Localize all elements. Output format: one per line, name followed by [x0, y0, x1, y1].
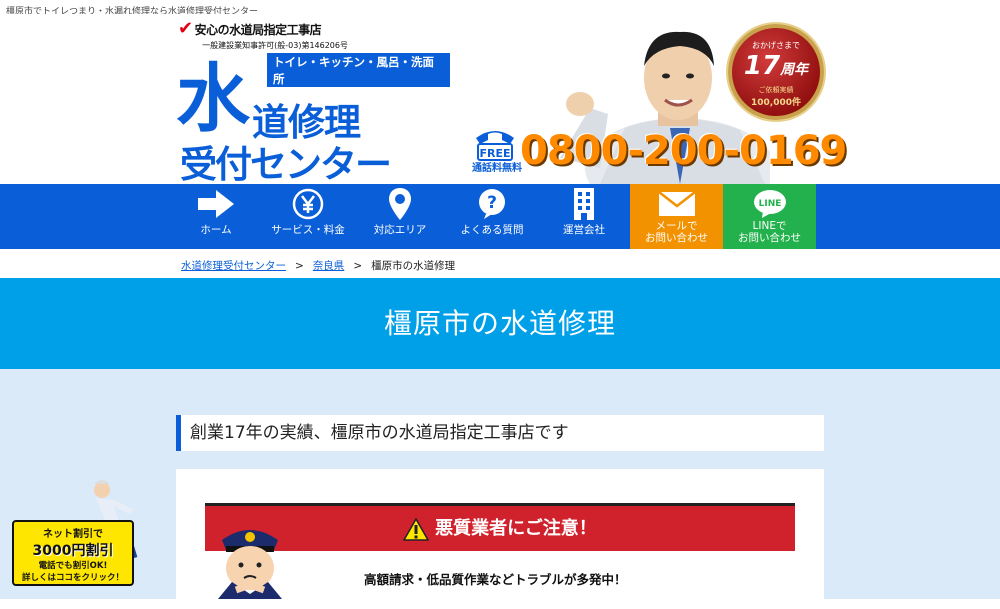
breadcrumb-separator: >	[295, 260, 304, 272]
police-character-illustration	[218, 530, 282, 599]
net-banner-line-4: 詳しくはココをクリック！	[21, 573, 124, 583]
nav-item-home[interactable]: ホーム	[170, 184, 262, 249]
checkmark-icon: ✔	[178, 18, 193, 39]
breadcrumb-current: 橿原市の水道修理	[371, 260, 456, 272]
nav-item-service[interactable]: サービス・料金	[262, 184, 354, 249]
net-banner-line-3: 電話でも割引OK!	[38, 561, 108, 571]
free-call-label: 通話料無料	[472, 163, 522, 174]
question-icon: ?	[479, 189, 505, 219]
license-block: ✔ 安心の水道局指定工事店 一般建設業知事許可(般-03)第146206号	[178, 18, 348, 51]
line-icon: LINE	[753, 190, 786, 218]
site-title-line-2[interactable]: 受付センター	[180, 134, 392, 188]
building-icon	[574, 188, 594, 220]
nav-label-faq: よくある質問	[460, 224, 524, 236]
global-nav: ホーム サービス・料金 対応エリア ? よくある質問 運営会社 メールで お問い…	[0, 184, 1000, 249]
nav-label-area: 対応エリア	[373, 224, 427, 236]
nav-mail-line-2: お問い合わせ	[645, 232, 708, 244]
net-banner-line-2: 3000円割引	[32, 543, 114, 559]
nav-mail-line-1: メールで	[655, 220, 698, 232]
nav-item-company[interactable]: 運営会社	[538, 184, 630, 249]
line-icon-text: LINE	[758, 199, 781, 209]
services-box: トイレ・キッチン・風呂・洗面所 つまり・水漏れ・故障・交換・新設	[266, 52, 451, 120]
services-line-1: トイレ・キッチン・風呂・洗面所	[273, 55, 434, 86]
svg-text:?: ?	[487, 193, 497, 213]
nav-item-mail-contact[interactable]: メールで お問い合わせ	[630, 184, 723, 249]
page-title: 橿原市の水道修理	[383, 307, 616, 340]
warning-title: 悪質業者にご注意！	[435, 518, 597, 539]
phone-number-link[interactable]: 0800-200-0169	[520, 128, 847, 174]
nav-line-line-2: お問い合わせ	[738, 232, 801, 244]
map-pin-icon	[389, 188, 411, 220]
breadcrumb-separator: >	[353, 260, 363, 272]
breadcrumb: 水道修理受付センター > 奈良県 > 橿原市の水道修理	[181, 258, 455, 273]
anniversary-badge: おかげさまで 17周年 ご依頼実績 100,000件	[728, 24, 824, 120]
badge-years: 17	[743, 51, 781, 81]
mail-icon	[657, 191, 696, 216]
net-banner-line-1: ネット割引で	[43, 529, 103, 540]
nav-item-line-contact[interactable]: LINE LINEで お問い合わせ	[723, 184, 816, 249]
section-heading-box: 創業17年の実績、橿原市の水道局指定工事店です	[176, 415, 824, 451]
arrow-right-icon	[198, 190, 234, 218]
logo-big-char[interactable]: 水	[176, 62, 250, 136]
badge-record-count: 100,000件	[751, 98, 801, 108]
section-heading: 創業17年の実績、橿原市の水道局指定工事店です	[190, 423, 569, 443]
badge-years-unit: 周年	[780, 62, 809, 78]
nav-line-line-1: LINEで	[752, 220, 787, 232]
nav-label-company: 運営会社	[563, 224, 605, 236]
badge-top-text: おかげさまで	[752, 41, 800, 50]
license-title: 安心の水道局指定工事店	[194, 23, 322, 37]
site-header: ✔ 安心の水道局指定工事店 一般建設業知事許可(般-03)第146206号 水 ト…	[0, 14, 1000, 186]
nav-item-area[interactable]: 対応エリア	[354, 184, 446, 249]
net-discount-banner[interactable]: ネット割引で 3000円割引 電話でも割引OK! 詳しくはココをクリック！	[12, 520, 134, 586]
license-number: 一般建設業知事許可(般-03)第146206号	[202, 41, 348, 50]
nav-item-faq[interactable]: ? よくある質問	[446, 184, 538, 249]
badge-record-label: ご依頼実績	[758, 86, 794, 94]
breadcrumb-pref-link[interactable]: 奈良県	[313, 260, 345, 272]
hero-banner: 橿原市の水道修理	[0, 278, 1000, 369]
warning-banner: 悪質業者にご注意！	[205, 503, 795, 551]
warning-icon	[403, 517, 430, 541]
nav-label-service: サービス・料金	[271, 224, 345, 236]
warning-subtitle: 高額請求・低品質作業などトラブルが多発中！	[364, 572, 627, 587]
yen-icon	[292, 188, 324, 220]
nav-label-home: ホーム	[200, 224, 232, 236]
breadcrumb-home-link[interactable]: 水道修理受付センター	[181, 260, 286, 272]
